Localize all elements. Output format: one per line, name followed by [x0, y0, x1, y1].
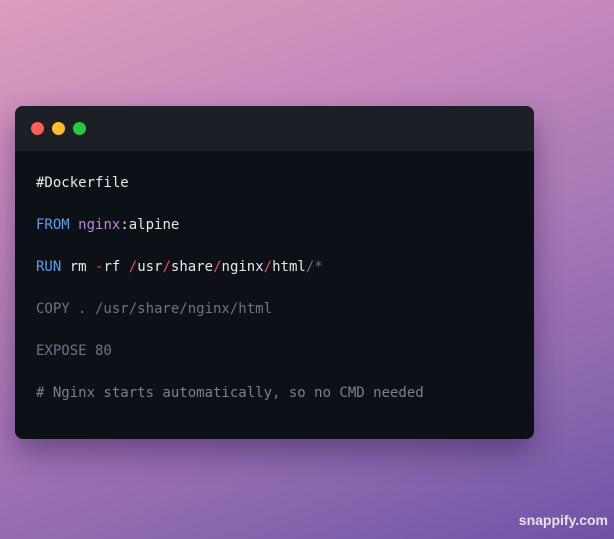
minimize-window-dot-icon[interactable] [52, 122, 65, 135]
path-glob: /* [305, 259, 323, 275]
path-separator: / [263, 259, 273, 275]
code-block: #Dockerfile FROM nginx:alpine RUN rm -rf… [36, 174, 424, 401]
path-separator: / [213, 259, 222, 275]
path-segment: html [272, 259, 306, 275]
window-titlebar [15, 106, 534, 151]
keyword-run: RUN [36, 259, 62, 275]
path-segment: nginx [221, 259, 264, 275]
maximize-window-dot-icon[interactable] [73, 122, 86, 135]
path-separator: / [128, 259, 138, 275]
base-image-tag: :alpine [120, 217, 180, 233]
run-command: rm [61, 259, 96, 275]
close-window-dot-icon[interactable] [31, 122, 44, 135]
code-line-3: RUN rm -rf /usr/share/nginx/html/* [36, 258, 323, 276]
code-line-2: FROM nginx:alpine [36, 216, 179, 234]
run-flag: rf [103, 259, 129, 275]
keyword-from: FROM [36, 217, 70, 233]
watermark-text: snappify.com [518, 512, 608, 528]
code-window: #Dockerfile FROM nginx:alpine RUN rm -rf… [15, 106, 534, 439]
code-line-4: COPY . /usr/share/nginx/html [36, 301, 273, 317]
code-comment-line: # Nginx starts automatically, so no CMD … [36, 385, 424, 401]
path-segment: share [170, 259, 214, 275]
base-image-name: nginx [78, 217, 121, 233]
path-segment: usr [137, 259, 163, 275]
code-line-5: EXPOSE 80 [36, 343, 112, 359]
code-line-1: #Dockerfile [36, 175, 129, 191]
path-separator: / [162, 259, 171, 275]
